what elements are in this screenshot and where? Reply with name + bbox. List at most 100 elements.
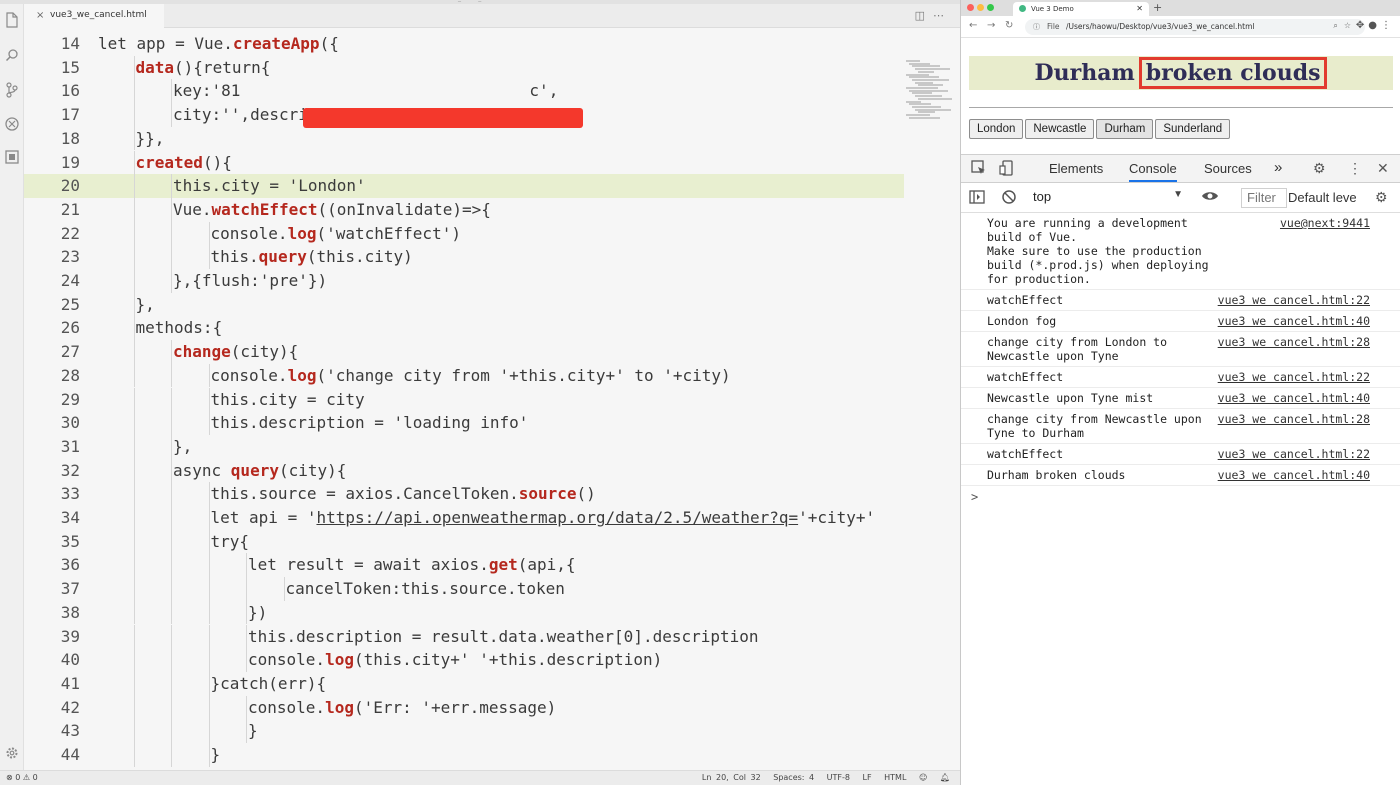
extensions-icon[interactable] [4, 150, 20, 166]
code-line[interactable]: 35 try{ [24, 529, 904, 554]
info-icon[interactable]: ⓘ [1033, 22, 1040, 32]
code-line[interactable]: 16 key:'81 c', [24, 79, 904, 104]
code-line[interactable]: 44} [24, 743, 904, 767]
console-source-link[interactable]: vue@next:9441 [1280, 216, 1370, 230]
code-token: ((onInvalidate)=>{ [317, 199, 491, 219]
console-source-link[interactable]: vue3 we cancel.html:22 [1218, 293, 1370, 307]
console-settings-gear-icon[interactable]: ⚙ [1375, 189, 1388, 206]
more-tabs-icon[interactable]: » [1274, 159, 1282, 176]
indent-guide [208, 529, 210, 554]
devtools-menu-icon[interactable]: ⋮ [1348, 160, 1362, 177]
reload-icon[interactable]: ↻ [1005, 20, 1013, 31]
gear-icon[interactable] [4, 746, 20, 762]
code-line[interactable]: 27 change(city){ [24, 340, 904, 364]
console-source-link[interactable]: vue3 we cancel.html:40 [1218, 391, 1370, 405]
indentation-status[interactable]: Spaces: 4 [773, 773, 814, 782]
code-line[interactable]: 24},{flush:'pre'}) [24, 269, 904, 293]
code-text: change(city){ [173, 340, 298, 364]
minimap[interactable] [906, 60, 954, 120]
indent-guide [208, 387, 210, 412]
devtools-tab-elements[interactable]: Elements [1049, 161, 1103, 176]
console-source-link[interactable]: vue3 we cancel.html:22 [1218, 447, 1370, 461]
extension-icon[interactable]: ✥ [1356, 20, 1368, 31]
files-icon[interactable] [4, 12, 20, 28]
code-line[interactable]: 14 let app = Vue.createApp({ [24, 32, 904, 56]
code-line[interactable]: 29 this.city = city [24, 387, 904, 412]
devtools-tab-console[interactable]: Console [1129, 161, 1177, 182]
console-source-link[interactable]: vue3 we cancel.html:22 [1218, 370, 1370, 384]
console-prompt[interactable]: > [961, 486, 1400, 504]
code-line[interactable]: 18}}, [24, 126, 904, 151]
forward-icon[interactable]: → [987, 20, 995, 31]
code-line[interactable]: 21 Vue.watchEffect((onInvalidate)=>{ [24, 197, 904, 222]
cursor-position[interactable]: Ln 20, Col 32 [702, 773, 761, 782]
code-line[interactable]: 19 created(){ [24, 150, 904, 175]
code-line[interactable]: 41}catch(err){ [24, 671, 904, 696]
code-line[interactable]: 39 this.description = result.data.weather… [24, 624, 904, 649]
settings-gear-icon[interactable]: ⚙ [1313, 160, 1326, 177]
close-tab-icon[interactable]: ✕ [1136, 4, 1143, 13]
console-sidebar-icon[interactable] [969, 189, 985, 208]
code-line[interactable]: 26 methods:{ [24, 316, 904, 341]
browser-tab[interactable]: Vue 3 Demo ✕ [1013, 2, 1149, 16]
search-icon[interactable] [4, 48, 20, 64]
device-toolbar-icon[interactable] [999, 160, 1015, 179]
language-mode[interactable]: HTML [884, 773, 906, 782]
devtools-tab-sources[interactable]: Sources [1204, 161, 1252, 176]
city-button-london[interactable]: London [969, 119, 1024, 139]
log-levels-dropdown[interactable]: Default leve [1288, 190, 1368, 205]
eol-status[interactable]: LF [863, 773, 872, 782]
code-line[interactable]: 43} [24, 719, 904, 743]
maximize-window-button[interactable] [987, 4, 994, 11]
source-control-icon[interactable] [4, 82, 20, 98]
code-line[interactable]: 28 console.log('change city from '+this.c… [24, 363, 904, 388]
close-window-button[interactable] [967, 4, 974, 11]
minimize-window-button[interactable] [977, 4, 984, 11]
console-message-text: change city from Newcastle upon Tyne to … [987, 412, 1209, 440]
split-editor-icon[interactable]: ◫ [915, 9, 933, 22]
code-line[interactable]: 31}, [24, 434, 904, 459]
city-button-sunderland[interactable]: Sunderland [1155, 119, 1231, 139]
code-line[interactable]: 40 console.log(this.city+' '+this.descrip… [24, 648, 904, 672]
problems-indicator[interactable]: ⊗ 0 ⚠ 0 [6, 773, 38, 782]
code-line[interactable]: 34 let api = 'https://api.openweathermap.… [24, 506, 904, 530]
inspect-element-icon[interactable] [971, 160, 987, 179]
console-source-link[interactable]: vue3 we cancel.html:28 [1218, 335, 1370, 349]
code-line[interactable]: 32 async query(city){ [24, 458, 904, 483]
code-line[interactable]: 33 this.source = axios.CancelToken.source… [24, 482, 904, 506]
encoding-status[interactable]: UTF-8 [827, 773, 850, 782]
editor-tab[interactable]: × vue3_we_cancel.html [24, 4, 164, 28]
close-icon[interactable]: × [36, 10, 44, 21]
profile-icon[interactable]: ● [1368, 20, 1381, 31]
city-button-newcastle[interactable]: Newcastle [1025, 119, 1095, 139]
code-line[interactable]: 42 console.log('Err: '+err.message) [24, 695, 904, 720]
code-line[interactable]: 25}, [24, 292, 904, 317]
context-selector[interactable]: top ▼ [1033, 189, 1187, 207]
code-line[interactable]: 22 console.log('watchEffect') [24, 221, 904, 246]
clear-console-icon[interactable] [1001, 189, 1017, 208]
console-source-link[interactable]: vue3 we cancel.html:28 [1218, 412, 1370, 426]
code-line[interactable]: 37 cancelToken:this.source.token [24, 577, 904, 601]
browser-menu-icon[interactable]: ⋮ [1381, 20, 1395, 31]
new-tab-button[interactable]: + [1153, 1, 1162, 14]
code-line[interactable]: 38}) [24, 600, 904, 625]
live-expression-eye-icon[interactable] [1201, 188, 1219, 207]
console-filter-input[interactable]: Filter [1241, 188, 1287, 208]
code-line[interactable]: 20 this.city = 'London' [24, 174, 904, 198]
more-actions-icon[interactable]: ⋯ [933, 9, 952, 22]
code-line[interactable]: 15 data(){return{ [24, 55, 904, 80]
back-icon[interactable]: ← [969, 20, 977, 31]
bell-icon[interactable]: 🔔︎ [940, 773, 950, 782]
console-source-link[interactable]: vue3 we cancel.html:40 [1218, 468, 1370, 482]
city-button-durham[interactable]: Durham [1096, 119, 1154, 139]
code-line[interactable]: 30 this.description = 'loading info' [24, 411, 904, 435]
debug-icon[interactable] [4, 116, 20, 132]
code-editor[interactable]: 14 let app = Vue.createApp({15 data(){retu… [24, 28, 960, 770]
close-devtools-icon[interactable]: ✕ [1377, 160, 1389, 177]
console-source-link[interactable]: vue3 we cancel.html:40 [1218, 314, 1370, 328]
address-bar[interactable]: ⓘ File /Users/haowu/Desktop/vue3/vue3_we… [1025, 19, 1365, 35]
code-line[interactable]: 36 let result = await axios.get(api,{ [24, 553, 904, 578]
code-line[interactable]: 23 this.query(this.city) [24, 245, 904, 269]
feedback-icon[interactable]: ☺ [919, 773, 927, 782]
zoom-icon[interactable]: ⌕ [1333, 21, 1343, 30]
